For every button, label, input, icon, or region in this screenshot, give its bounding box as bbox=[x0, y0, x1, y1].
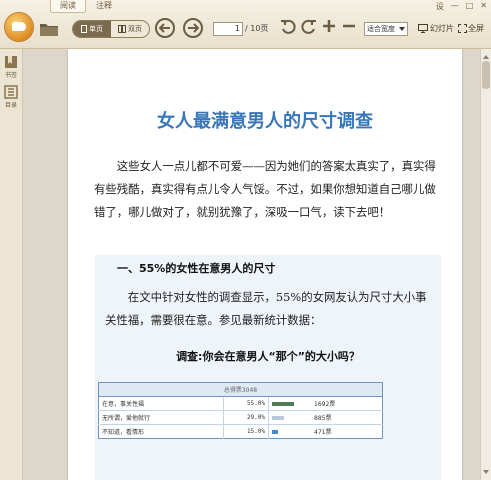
slideshow-label: 幻灯片 bbox=[430, 24, 454, 33]
single-page-label: 单页 bbox=[89, 25, 103, 33]
poll-table: 总得票3048 在意，事关性福 55.0% 1692票 无所谓，爱他就行 29.… bbox=[98, 382, 383, 439]
close-button[interactable]: ✕ bbox=[480, 1, 487, 12]
next-page-button[interactable] bbox=[183, 18, 203, 38]
double-page-icon bbox=[118, 25, 126, 33]
poll-title: 调查:你会在意男人“那个”的大小吗？ bbox=[176, 350, 360, 363]
poll-bar bbox=[272, 401, 294, 406]
document-title: 女人最满意男人的尺寸调查 bbox=[157, 111, 373, 132]
tab-read[interactable]: 阅读 bbox=[50, 0, 86, 13]
minimize-button[interactable]: — bbox=[451, 1, 459, 12]
section-paragraph: 在文中针对女性的调查显示，55%的女网友认为尺寸大小事关性福，需要很在意。参见最… bbox=[105, 290, 427, 327]
prev-page-button[interactable] bbox=[155, 18, 175, 38]
rotate-left-icon bbox=[281, 19, 296, 34]
app-logo bbox=[5, 13, 33, 41]
right-arrow-icon bbox=[183, 18, 203, 38]
fullscreen-button[interactable]: 全屏 bbox=[458, 23, 484, 34]
document-viewport[interactable]: 女人最满意男人的尺寸调查 这些女人一点儿都不可爱——因为她们的答案太真实了，真实… bbox=[23, 49, 480, 480]
page-total-label: / 10页 bbox=[245, 24, 269, 33]
section-heading: 一、55%的女性在意男人的尺寸 bbox=[117, 262, 276, 275]
poll-bar bbox=[272, 415, 284, 420]
intro-paragraph: 这些女人一点儿都不可爱——因为她们的答案太真实了，真实得有些残酷，真实得有点儿令… bbox=[94, 159, 436, 219]
toolbar: 阅读 注释 设 — □ ✕ 单页 双页 1 / 10页 适合宽度 幻灯片 全屏 bbox=[0, 0, 491, 49]
survey-section: 一、55%的女性在意男人的尺寸 在文中针对女性的调查显示，55%的女网友认为尺寸… bbox=[95, 255, 441, 480]
slideshow-button[interactable]: 幻灯片 bbox=[418, 23, 454, 34]
poll-option-label: 不知道，看情形 bbox=[98, 424, 224, 439]
poll-option-percent: 29.0% bbox=[223, 410, 269, 425]
scroll-down-icon[interactable] bbox=[483, 470, 489, 477]
list-icon bbox=[4, 85, 18, 99]
single-page-button[interactable]: 单页 bbox=[73, 21, 111, 37]
sidebar: 书签 目录 bbox=[0, 49, 23, 480]
fullscreen-label: 全屏 bbox=[468, 24, 484, 33]
page-mode-toggle: 单页 双页 bbox=[72, 20, 150, 38]
sidebar-item-contents[interactable]: 目录 bbox=[2, 85, 20, 109]
poll-option-percent: 55.0% bbox=[223, 396, 269, 411]
sidebar-item-label: 目录 bbox=[4, 102, 17, 109]
slideshow-icon bbox=[418, 24, 428, 33]
single-page-icon bbox=[81, 25, 87, 33]
restore-button[interactable]: □ bbox=[466, 1, 474, 12]
zoom-mode-select[interactable]: 适合宽度 bbox=[364, 22, 408, 36]
poll-option-percent: 15.0% bbox=[223, 424, 269, 439]
poll-row: 在意，事关性福 55.0% 1692票 bbox=[98, 396, 383, 411]
minus-icon bbox=[343, 24, 355, 28]
window-controls: 设 — □ ✕ bbox=[436, 1, 487, 12]
zoom-in-button[interactable] bbox=[322, 19, 336, 33]
settings-button[interactable]: 设 bbox=[436, 1, 444, 12]
mode-tabs: 阅读 注释 bbox=[50, 0, 122, 13]
tab-annotate[interactable]: 注释 bbox=[86, 0, 122, 13]
rotate-right-button[interactable] bbox=[301, 19, 317, 35]
rotate-right-icon bbox=[301, 19, 316, 34]
poll-option-votes: 885票 bbox=[314, 415, 332, 422]
vertical-scrollbar[interactable] bbox=[480, 49, 491, 480]
poll-total: 总得票3048 bbox=[98, 382, 383, 397]
document-page: 女人最满意男人的尺寸调查 这些女人一点儿都不可爱——因为她们的答案太真实了，真实… bbox=[68, 49, 462, 480]
poll-row: 不知道，看情形 15.0% 471票 bbox=[98, 424, 383, 439]
scroll-up-icon[interactable] bbox=[483, 52, 489, 59]
folder-icon bbox=[40, 24, 58, 36]
poll-bar bbox=[272, 429, 278, 434]
rotate-left-button[interactable] bbox=[280, 19, 296, 35]
open-file-button[interactable] bbox=[38, 19, 60, 39]
double-page-label: 双页 bbox=[128, 25, 142, 33]
double-page-button[interactable]: 双页 bbox=[111, 21, 149, 37]
fullscreen-icon bbox=[458, 24, 467, 33]
poll-option-votes: 471票 bbox=[314, 429, 332, 436]
zoom-out-button[interactable] bbox=[342, 19, 356, 33]
left-arrow-icon bbox=[155, 18, 175, 38]
poll-option-label: 在意，事关性福 bbox=[98, 396, 224, 411]
page-number-input[interactable]: 1 bbox=[213, 22, 243, 36]
poll-option-label: 无所谓，爱他就行 bbox=[98, 410, 224, 425]
poll-option-votes: 1692票 bbox=[314, 401, 336, 408]
plus-icon bbox=[323, 20, 335, 32]
sidebar-item-label: 书签 bbox=[4, 72, 17, 79]
scroll-thumb[interactable] bbox=[482, 61, 490, 89]
sidebar-item-bookmarks[interactable]: 书签 bbox=[2, 55, 20, 79]
bookmark-icon bbox=[5, 56, 17, 68]
poll-row: 无所谓，爱他就行 29.0% 885票 bbox=[98, 410, 383, 425]
